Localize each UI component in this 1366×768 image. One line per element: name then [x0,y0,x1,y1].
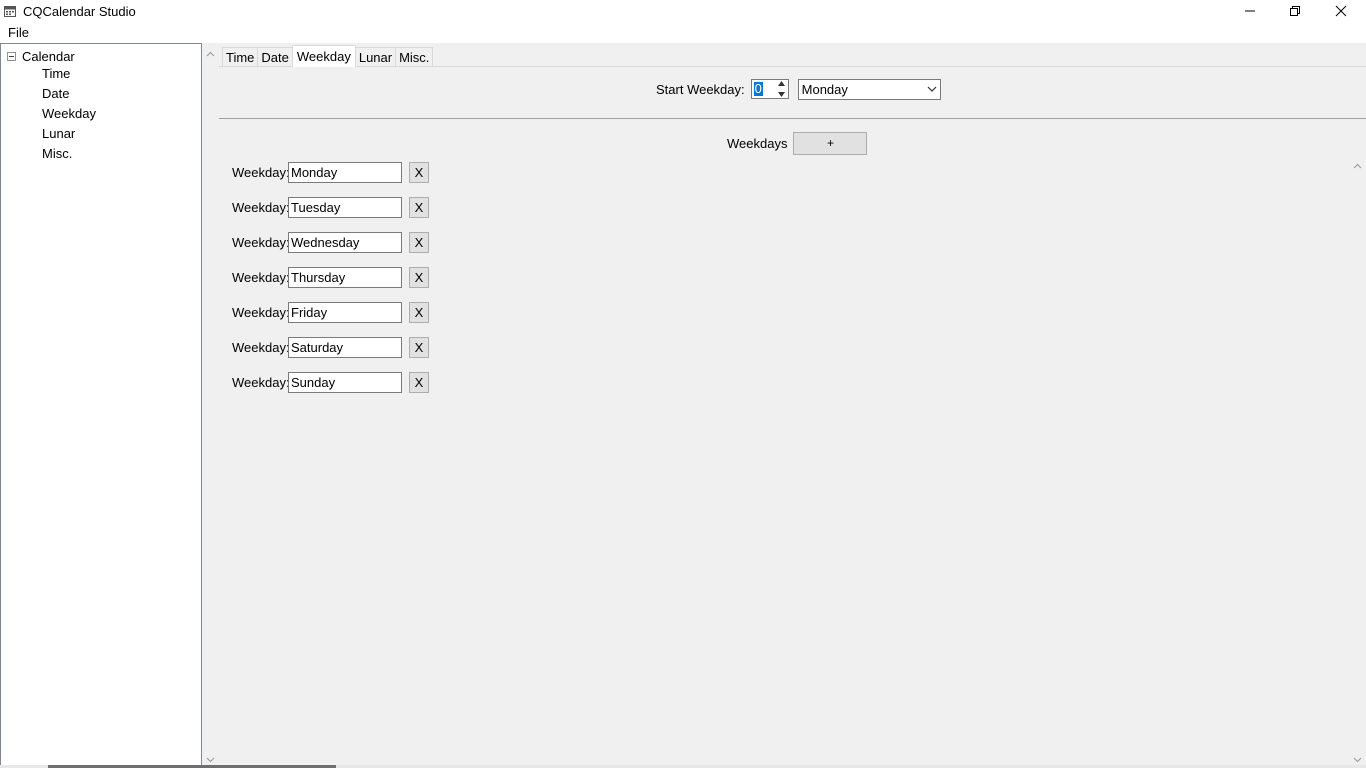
vertical-scrollbar[interactable] [202,43,219,768]
spin-up-icon[interactable] [777,81,785,86]
minus-box-icon[interactable] [7,51,16,61]
weekday-name-input[interactable] [288,336,402,358]
tab-misc[interactable]: Misc. [395,47,434,67]
menu-file[interactable]: File [8,25,29,40]
tab-time[interactable]: Time [222,47,259,67]
weekday-row-label: Weekday: [232,234,290,250]
restore-button[interactable] [1272,0,1318,22]
weekday-row-label: Weekday: [232,374,290,390]
weekday-name-input[interactable] [288,266,402,288]
start-weekday-row: Start Weekday: 0 Monday [656,78,941,100]
chevron-down-icon [1353,757,1362,762]
close-button[interactable] [1318,0,1364,22]
weekday-row-label: Weekday: [232,304,290,320]
window-title: CQCalendar Studio [23,4,136,19]
main-area: Time Date Weekday Lunar Misc. Start Week… [219,43,1366,768]
weekday-row: Weekday: X [232,230,429,254]
tab-bar: Time Date Weekday Lunar Misc. [222,45,434,67]
chevron-down-icon[interactable] [927,84,937,94]
weekday-row: Weekday: X [232,195,429,219]
start-weekday-value[interactable]: 0 [753,82,763,96]
start-weekday-label: Start Weekday: [656,81,745,97]
tree-item-time[interactable]: Time [42,65,70,83]
minimize-icon [1245,10,1255,12]
add-weekday-button[interactable]: + [793,131,868,155]
separator [219,118,1366,119]
weekdays-header-row: Weekdays + [727,131,868,155]
weekday-name-input[interactable] [288,371,402,393]
chevron-up-icon [206,51,215,56]
remove-weekday-button[interactable]: X [409,161,429,183]
minimize-button[interactable] [1227,0,1273,22]
remove-weekday-button[interactable]: X [409,336,429,358]
tree-node-calendar[interactable]: Calendar [7,47,75,65]
tab-lunar[interactable]: Lunar [354,47,397,67]
remove-weekday-button[interactable]: X [409,196,429,218]
remove-weekday-button[interactable]: X [409,371,429,393]
remove-weekday-button[interactable]: X [409,231,429,253]
weekday-panel: Start Weekday: 0 Monday Weekdays + Weekd… [219,66,1366,768]
tree-item-lunar[interactable]: Lunar [42,125,75,143]
weekday-row-label: Weekday: [232,199,290,215]
tree-item-misc[interactable]: Misc. [42,145,72,163]
tab-date[interactable]: Date [257,47,293,67]
start-weekday-spinbox[interactable]: 0 [750,79,789,99]
remove-weekday-button[interactable]: X [409,266,429,288]
weekday-row-label: Weekday: [232,164,290,180]
weekday-row: Weekday: X [232,335,429,359]
app-icon [4,6,16,17]
chevron-down-icon [206,757,215,762]
title-bar: CQCalendar Studio [0,0,1366,22]
menu-bar: File [0,22,1366,42]
weekday-row-label: Weekday: [232,339,290,355]
combo-value: Monday [801,81,848,97]
weekday-row: Weekday: X [232,370,429,394]
weekday-row: Weekday: X [232,160,429,184]
tree-node-label: Calendar [22,48,75,64]
remove-weekday-button[interactable]: X [409,301,429,323]
close-icon [1335,5,1347,17]
weekday-row: Weekday: X [232,300,429,324]
weekday-row-label: Weekday: [232,269,290,285]
weekday-name-input[interactable] [288,196,402,218]
calendar-tree[interactable]: Calendar Time Date Weekday Lunar Misc. [0,43,202,768]
spin-down-icon[interactable] [777,92,785,97]
weekday-name-input[interactable] [288,161,402,183]
weekday-name-input[interactable] [288,231,402,253]
weekdays-label: Weekdays [727,135,788,151]
restore-icon [1290,6,1300,16]
scroll-up-button[interactable] [202,45,219,62]
chevron-up-icon [1353,163,1362,168]
tree-item-weekday[interactable]: Weekday [42,105,96,123]
tab-weekday[interactable]: Weekday [291,45,356,67]
tree-item-date[interactable]: Date [42,85,69,103]
start-weekday-combo[interactable]: Monday [797,78,941,100]
list-scroll-up-button[interactable] [1349,157,1366,174]
spin-arrows[interactable] [776,81,787,97]
weekday-name-input[interactable] [288,301,402,323]
weekday-row: Weekday: X [232,265,429,289]
